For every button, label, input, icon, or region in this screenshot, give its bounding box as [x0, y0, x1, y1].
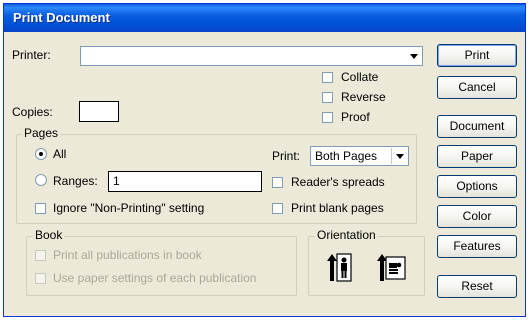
chevron-down-icon[interactable] — [391, 148, 407, 164]
options-button[interactable]: Options — [437, 175, 517, 198]
features-button[interactable]: Features — [437, 235, 517, 258]
orientation-group-title: Orientation — [315, 228, 378, 242]
window-title: Print Document — [13, 10, 110, 25]
print-all-publications-checkbox[interactable] — [35, 250, 46, 261]
print-label: Print: — [272, 149, 301, 163]
document-button[interactable]: Document — [437, 115, 517, 138]
print-pages-select[interactable]: Both Pages — [310, 146, 409, 166]
proof-checkbox[interactable] — [322, 112, 333, 123]
chevron-down-icon[interactable] — [406, 48, 421, 64]
pages-group-title: Pages — [22, 126, 61, 140]
printer-label: Printer: — [12, 48, 51, 62]
book-group — [26, 236, 297, 296]
pages-all-label: All — [53, 147, 67, 161]
print-pages-value: Both Pages — [315, 149, 378, 163]
pages-ranges-radio[interactable] — [35, 174, 47, 186]
reverse-label: Reverse — [341, 90, 386, 104]
ignore-non-printing-label: Ignore "Non-Printing" setting — [53, 201, 205, 215]
pages-all-radio[interactable] — [35, 148, 47, 160]
print-blank-pages-label: Print blank pages — [291, 201, 384, 215]
use-paper-settings-checkbox[interactable] — [35, 273, 46, 284]
print-button[interactable]: Print — [437, 44, 517, 67]
book-group-title: Book — [33, 228, 65, 242]
ranges-input[interactable]: 1 — [108, 171, 262, 192]
use-paper-settings-label: Use paper settings of each publication — [53, 271, 257, 285]
reverse-checkbox[interactable] — [322, 92, 333, 103]
print-blank-pages-checkbox[interactable] — [272, 203, 283, 214]
ignore-non-printing-checkbox[interactable] — [35, 203, 46, 214]
copies-label: Copies: — [12, 105, 53, 119]
color-button[interactable]: Color — [437, 205, 517, 228]
portrait-orientation-icon[interactable] — [324, 251, 352, 283]
readers-spreads-label: Reader's spreads — [291, 175, 385, 189]
title-bar[interactable]: Print Document — [4, 4, 525, 32]
printer-select[interactable] — [80, 46, 423, 66]
cancel-button[interactable]: Cancel — [437, 76, 517, 99]
collate-checkbox[interactable] — [322, 72, 333, 83]
paper-button[interactable]: Paper — [437, 145, 517, 168]
copies-input[interactable] — [79, 101, 119, 122]
print-document-dialog: Print Document Printer: Collate Reverse … — [3, 3, 526, 317]
print-all-publications-label: Print all publications in book — [53, 248, 202, 262]
reset-button[interactable]: Reset — [437, 275, 517, 298]
readers-spreads-checkbox[interactable] — [272, 177, 283, 188]
collate-label: Collate — [341, 70, 379, 84]
landscape-orientation-icon[interactable] — [374, 251, 406, 283]
pages-ranges-label: Ranges: — [53, 174, 98, 188]
proof-label: Proof — [341, 110, 370, 124]
